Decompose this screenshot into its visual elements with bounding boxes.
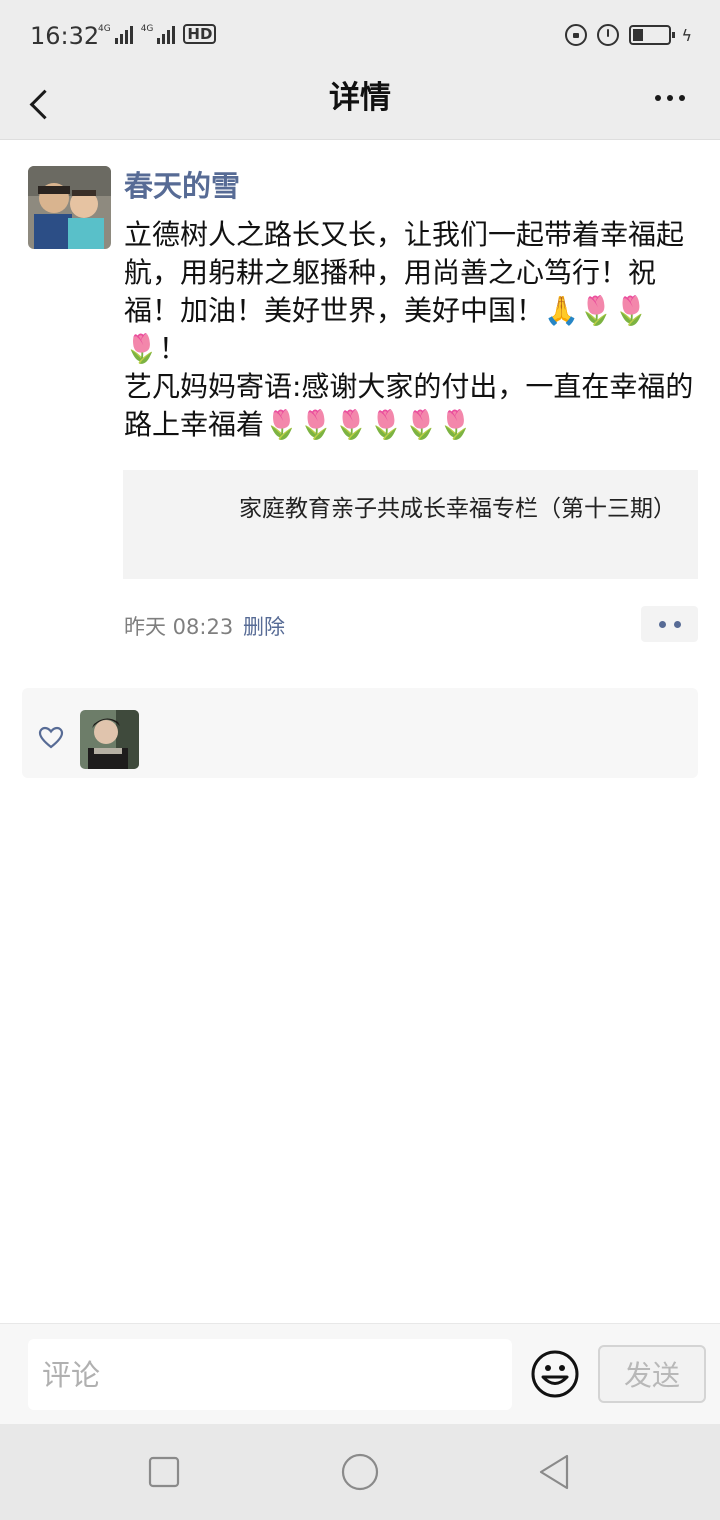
status-bar: 16:32 4G 4G HD ϟ: [0, 0, 720, 72]
post-text: 立德树人之路长又长，让我们一起带着幸福起航，用躬耕之躯播种，用尚善之心笃行！祝福…: [124, 216, 698, 444]
post-exclaim: ！: [158, 332, 187, 365]
tulip-emoji-icon: 🌷: [124, 332, 159, 365]
author-name[interactable]: 春天的雪: [124, 166, 240, 206]
delete-button[interactable]: 删除: [243, 612, 285, 642]
like-comment-button[interactable]: [641, 606, 698, 642]
more-dot-icon: [679, 95, 685, 101]
post-timestamp: 昨天 08:23: [124, 615, 234, 639]
action-dot-icon: [658, 620, 666, 628]
tulip-emoji-icon: 🌷: [264, 408, 299, 441]
status-left-icons: 4G 4G HD: [98, 24, 217, 44]
tulip-emoji-icon: 🌷: [613, 294, 649, 327]
system-back-icon[interactable]: [535, 1452, 575, 1492]
liker-avatar[interactable]: [80, 710, 139, 769]
more-dot-icon: [655, 95, 661, 101]
system-nav-bar: [0, 1424, 720, 1520]
status-right-icons: ϟ: [565, 24, 692, 46]
pray-emoji-icon: 🙏: [544, 294, 579, 327]
battery-icon: [629, 25, 676, 45]
comment-input[interactable]: [28, 1339, 512, 1410]
tulip-emoji-icon: 🌷: [578, 294, 614, 327]
tulip-emoji-icon: 🌷: [403, 408, 439, 441]
page-title: 详情: [329, 80, 391, 116]
signal-icon-1: 4G: [98, 24, 133, 44]
charging-icon: ϟ: [681, 25, 692, 45]
signal-icon-2: 4G: [141, 24, 176, 44]
rotation-lock-icon: [565, 24, 588, 46]
home-icon[interactable]: [340, 1452, 380, 1492]
shared-link-title: 家庭教育亲子共成长幸福专栏（第十三期）: [239, 496, 676, 522]
tulip-emoji-icon: 🌷: [368, 408, 404, 441]
tulip-emoji-icon: 🌷: [333, 408, 369, 441]
tulip-emoji-icon: 🌷: [438, 408, 474, 441]
nav-bar: 详情: [0, 72, 720, 140]
action-dot-icon: [673, 620, 681, 628]
heart-icon: [38, 726, 64, 749]
shared-link-card[interactable]: 家庭教育亲子共成长幸福专栏（第十三期）: [123, 470, 698, 579]
more-options-button[interactable]: [640, 78, 700, 118]
tulip-emoji-icon: 🌷: [298, 408, 334, 441]
emoji-icon[interactable]: [530, 1349, 580, 1399]
author-avatar[interactable]: [28, 166, 111, 249]
more-dot-icon: [667, 95, 673, 101]
likes-section: [22, 688, 698, 778]
send-button[interactable]: 发送: [598, 1345, 706, 1403]
status-time: 16:32: [30, 22, 100, 50]
alarm-icon: [597, 24, 620, 46]
comment-bar: 发送: [0, 1323, 720, 1424]
hd-voice-icon: HD: [183, 24, 217, 44]
recent-apps-icon[interactable]: [144, 1452, 184, 1492]
